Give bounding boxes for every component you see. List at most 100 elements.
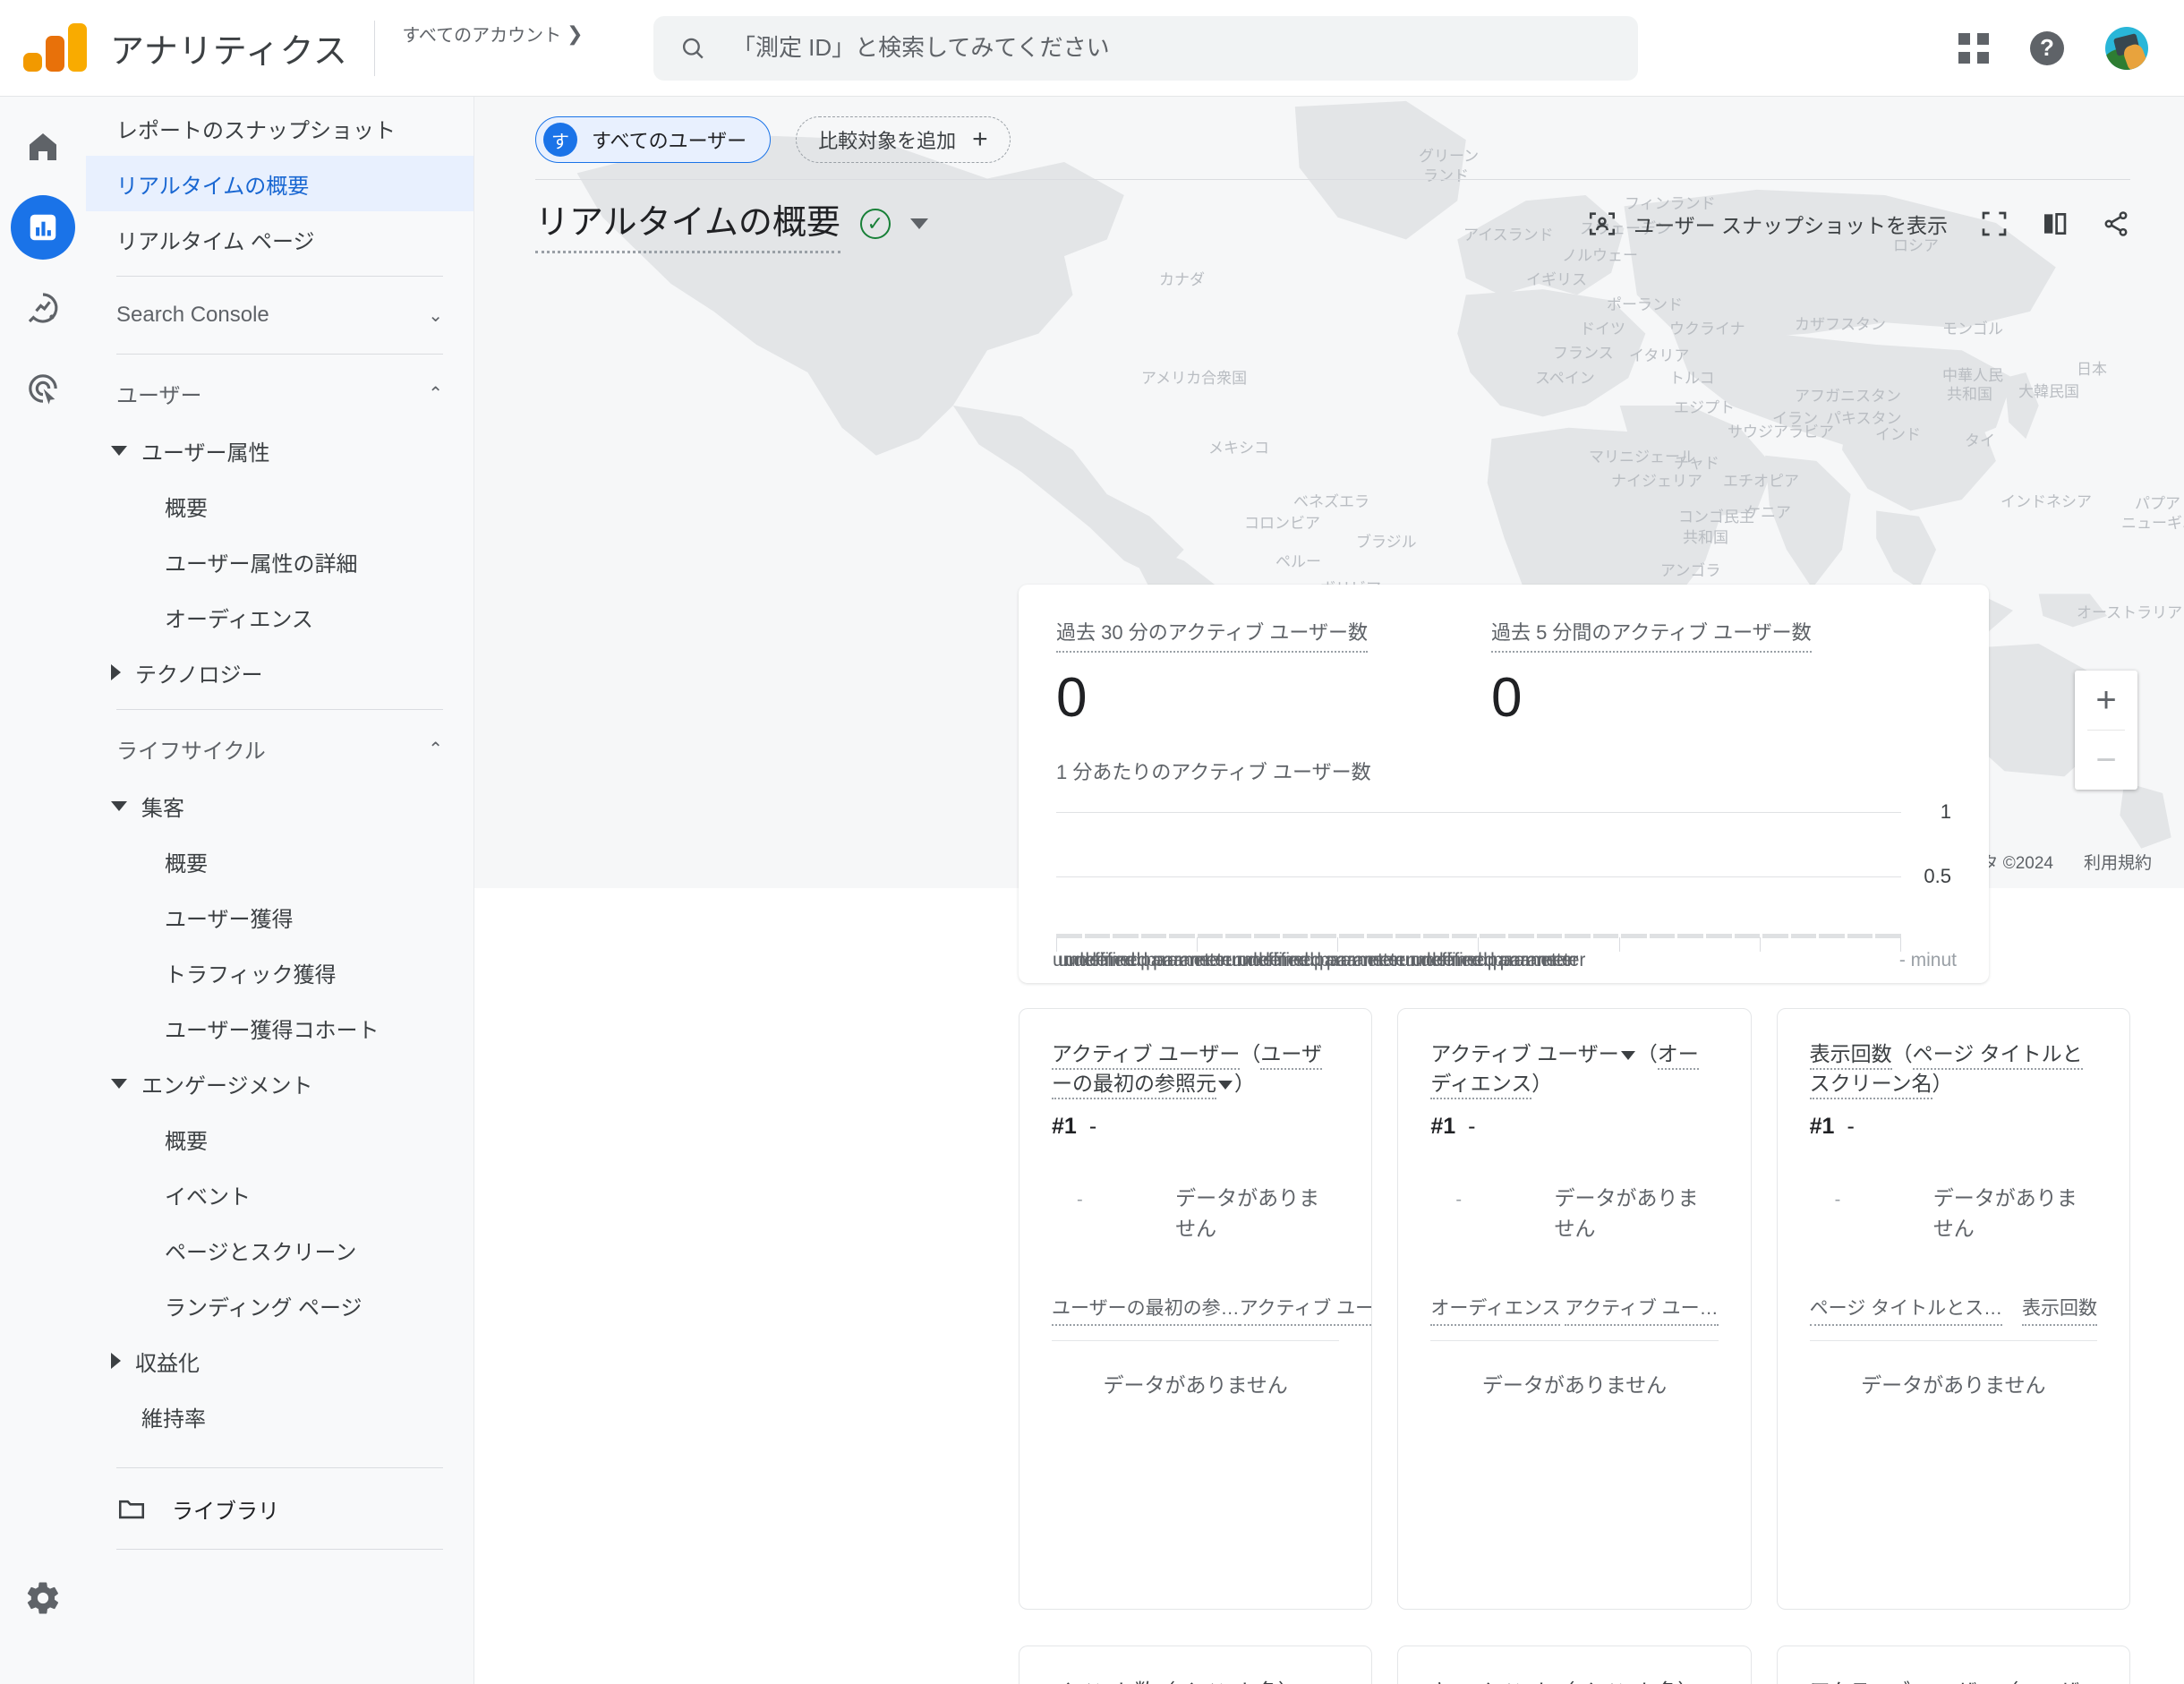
- user-snapshot-icon: [1590, 212, 1616, 235]
- card-title-text: （: [1554, 1680, 1574, 1684]
- sidebar-item-link[interactable]: レポートのスナップショット: [86, 100, 473, 156]
- chevron-up-icon[interactable]: ⌃: [428, 382, 443, 405]
- user-snapshot-button[interactable]: ユーザー スナップショットを表示: [1587, 209, 1948, 239]
- map-zoom-in-button[interactable]: +: [2075, 671, 2137, 730]
- sidebar-subitem-label: 維持率: [141, 1406, 206, 1432]
- share-button[interactable]: [2102, 209, 2130, 238]
- map-zoom-out-button[interactable]: −: [2075, 731, 2137, 790]
- help-icon[interactable]: ?: [2030, 30, 2064, 65]
- sidebar-section-ユーザー[interactable]: ユーザー ⌃: [86, 363, 473, 423]
- icon-rail: [0, 97, 86, 1684]
- card-column-metric[interactable]: 表示回数: [2022, 1294, 2097, 1326]
- sidebar-subitem-概要[interactable]: 概要: [86, 478, 473, 534]
- add-comparison-button[interactable]: 比較対象を追加 +: [796, 116, 1011, 163]
- card-title-dimension[interactable]: イベント名: [1175, 1680, 1278, 1684]
- reports-card-grid-bottom: イベント数（イベント名）#1- キーイベント（イベント名）#1- アクティブ ユーザ…: [1019, 1646, 2130, 1684]
- page-title: リアルタイムの概要: [535, 194, 840, 253]
- card-rule: [1809, 1339, 2097, 1341]
- card-column-dimension[interactable]: オーディエンス: [1430, 1294, 1561, 1326]
- card-title-dimension[interactable]: キーイベント: [1430, 1680, 1555, 1684]
- map-label: イギリス: [1526, 271, 1587, 288]
- map-label: ブラジル: [1356, 534, 1417, 551]
- sidebar-subitem-ユーザー獲得コホート[interactable]: ユーザー獲得コホート: [86, 1000, 473, 1056]
- sidebar-subitem-オーディエンス[interactable]: オーディエンス: [86, 589, 473, 645]
- advertising-target-icon: [29, 374, 57, 405]
- chevron-up-icon[interactable]: ⌃: [428, 738, 443, 760]
- card-column-dimension[interactable]: ページ タイトルとス…: [1809, 1294, 2003, 1326]
- sidebar-subitem-ページとスクリーン[interactable]: ページとスクリーン: [86, 1222, 473, 1278]
- card-no-data-text: データがありません: [1175, 1185, 1320, 1240]
- map-zoom-controls[interactable]: + −: [2075, 671, 2137, 790]
- sidebar-item-library[interactable]: ライブラリ: [86, 1477, 473, 1540]
- card-title-dimension[interactable]: アクティブ ユーザー: [1809, 1680, 1999, 1684]
- sidebar-subitem-label: イベント: [165, 1184, 251, 1210]
- page-title-dropdown-icon[interactable]: [909, 218, 928, 229]
- avatar[interactable]: [2105, 26, 2148, 70]
- map-label: サウジアラビア: [1728, 423, 1834, 440]
- card-column-headers: オーディエンス アクティブ ユー…: [1430, 1294, 1719, 1326]
- page-header: リアルタイムの概要 ✓ ユーザー スナップショットを表示: [474, 180, 2184, 253]
- card-title-dimension[interactable]: イベント名: [1574, 1680, 1678, 1684]
- card-table-empty: データがありません: [1861, 1372, 2046, 1397]
- metric-label[interactable]: 過去 30 分のアクティブ ユーザー数: [1056, 617, 1368, 653]
- sidebar-subitem-トラフィック獲得[interactable]: トラフィック獲得: [86, 945, 473, 1000]
- rail-item-reports[interactable]: [11, 195, 75, 260]
- card-rank-value: -: [1847, 1113, 1855, 1139]
- card-title-dimension[interactable]: 表示回数: [1809, 1042, 1892, 1070]
- sidebar-subitem-イベント[interactable]: イベント: [86, 1167, 473, 1222]
- realtime-metrics-row: 過去 30 分のアクティブ ユーザー数 0 過去 5 分間のアクティブ ユーザー…: [1056, 617, 1951, 726]
- gridline-1: [1056, 812, 1901, 813]
- sidebar-group-テクノロジー[interactable]: テクノロジー: [86, 645, 473, 700]
- card-title-dimension[interactable]: イベント数: [1052, 1680, 1155, 1684]
- sidebar-item-link[interactable]: リアルタイム ページ: [86, 211, 473, 267]
- sidebar-group-label: テクノロジー: [135, 662, 263, 688]
- chevron-down-icon[interactable]: ⌄: [428, 304, 443, 327]
- report-card: キーイベント（イベント名）#1-: [1397, 1646, 1752, 1684]
- compare-panel-button[interactable]: [2041, 209, 2069, 238]
- sidebar-group-エンゲージメント[interactable]: エンゲージメント: [86, 1056, 473, 1111]
- card-column-metric[interactable]: アクティブ ユー…: [1239, 1294, 1372, 1326]
- sidebar-subitem-label: 概要: [165, 1129, 208, 1154]
- card-dimension-dropdown-icon[interactable]: [1218, 1081, 1233, 1090]
- rail-item-settings[interactable]: [11, 1566, 75, 1630]
- sidebar-subitem-概要[interactable]: 概要: [86, 833, 473, 889]
- check-circle-icon: ✓: [859, 209, 891, 239]
- fullscreen-button[interactable]: [1980, 209, 2009, 238]
- card-column-headers: ページ タイトルとス… 表示回数: [1809, 1294, 2097, 1326]
- realtime-metrics-card: 過去 30 分のアクティブ ユーザー数 0 過去 5 分間のアクティブ ユーザー…: [1019, 585, 1989, 983]
- card-column-dimension[interactable]: ユーザーの最初の参…: [1052, 1294, 1240, 1326]
- card-rank: #1-: [1052, 1114, 1339, 1140]
- apps-grid-icon[interactable]: [1958, 32, 1989, 64]
- map-label: コロンビア: [1244, 515, 1320, 532]
- map-attribution-item[interactable]: 利用規約: [2084, 850, 2152, 874]
- report-card: アクティブ ユーザー （オーディエンス） #1- - データがありません オーディエンスア…: [1397, 1008, 1752, 1610]
- sidebar-subitem-維持率[interactable]: 維持率: [86, 1389, 473, 1444]
- sidebar-section-ライフサイクル[interactable]: ライフサイクル ⌃: [86, 719, 473, 778]
- sidebar-subitem-label: ユーザー属性の詳細: [165, 551, 358, 577]
- sidebar-group-ユーザー属性[interactable]: ユーザー属性: [86, 423, 473, 478]
- sidebar-item-active[interactable]: リアルタイムの概要: [86, 156, 473, 211]
- main-content: グリーン ランド フィンランド アイスランド スウェーデン ロシア ノルウェー カナダ イギリス…: [474, 97, 2184, 1684]
- sidebar-group-収益化[interactable]: 収益化: [86, 1333, 473, 1389]
- rail-item-home[interactable]: [11, 115, 75, 179]
- metric-label[interactable]: 過去 5 分間のアクティブ ユーザー数: [1490, 617, 1812, 653]
- card-title-text: （: [1998, 1680, 2018, 1684]
- sidebar-section-label: ライフサイクル: [116, 739, 266, 764]
- sidebar-subitem-ユーザー属性の詳細[interactable]: ユーザー属性の詳細: [86, 534, 473, 589]
- sidebar-section-Search Console[interactable]: Search Console ⌄: [86, 286, 473, 345]
- search-box[interactable]: [653, 15, 1638, 81]
- sidebar-subitem-ランディング ページ[interactable]: ランディング ページ: [86, 1278, 473, 1333]
- rail-item-advertising[interactable]: [11, 356, 75, 421]
- card-column-metric[interactable]: アクティブ ユー…: [1565, 1294, 1719, 1326]
- segment-chip-all-users[interactable]: す すべてのユーザー: [535, 116, 772, 163]
- sidebar-group-集客[interactable]: 集客: [86, 778, 473, 833]
- sidebar-divider: [116, 709, 443, 710]
- search-input[interactable]: [729, 33, 1611, 63]
- card-title-dimension[interactable]: アクティブ ユーザー: [1052, 1042, 1241, 1070]
- breadcrumb[interactable]: すべてのアカウント ❯: [402, 21, 583, 47]
- rail-item-explore[interactable]: [11, 276, 75, 340]
- card-dimension-dropdown-icon[interactable]: [1620, 1050, 1635, 1060]
- sidebar-subitem-ユーザー獲得[interactable]: ユーザー獲得: [86, 889, 473, 945]
- sidebar-subitem-概要[interactable]: 概要: [86, 1111, 473, 1167]
- ytick-label-0-5: 0.5: [1924, 865, 1951, 887]
